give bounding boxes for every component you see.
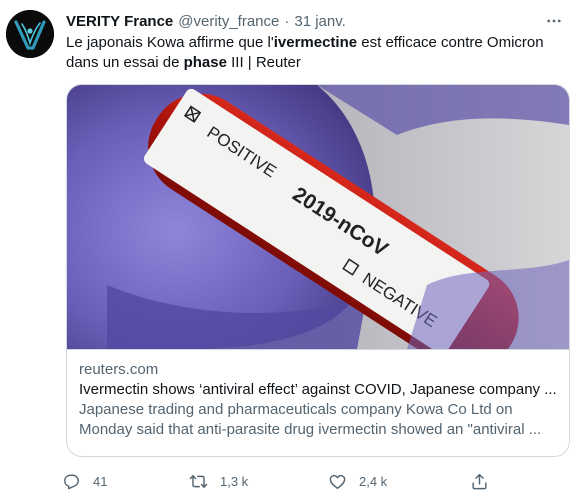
tweet-text-part: Le japonais Kowa affirme que l' bbox=[66, 34, 274, 51]
avatar[interactable] bbox=[6, 10, 54, 58]
tweet-text-bold: phase bbox=[183, 54, 227, 71]
tweet-header: VERITY France @verity_france · 31 janv. bbox=[66, 11, 346, 31]
link-preview-card[interactable]: 2019-nCoV POSITIVE NEGATIVE reuters.com … bbox=[66, 84, 570, 457]
like-count: 2,4 k bbox=[359, 473, 388, 489]
reply-button[interactable]: 41 bbox=[62, 470, 107, 492]
tweet-text-bold: ivermectine bbox=[273, 34, 358, 51]
more-icon bbox=[547, 19, 561, 23]
action-bar: 41 1,3 k 2,4 k bbox=[62, 470, 562, 492]
retweet-count: 1,3 k bbox=[220, 473, 249, 489]
share-button[interactable] bbox=[470, 470, 489, 492]
reply-count: 41 bbox=[93, 473, 108, 489]
author-handle[interactable]: @verity_france bbox=[178, 13, 279, 30]
retweet-icon bbox=[189, 474, 208, 488]
like-icon bbox=[329, 474, 346, 489]
card-title: Ivermectin shows ‘antiviral effect’ agai… bbox=[79, 381, 557, 398]
retweet-button[interactable]: 1,3 k bbox=[189, 470, 248, 492]
card-image: 2019-nCoV POSITIVE NEGATIVE bbox=[67, 85, 569, 349]
reply-icon bbox=[64, 473, 79, 489]
more-options-button[interactable] bbox=[543, 10, 565, 32]
tweet: VERITY France @verity_france · 31 janv. … bbox=[0, 0, 579, 497]
share-icon bbox=[472, 473, 487, 489]
tweet-text: Le japonais Kowa affirme que l'ivermecti… bbox=[66, 33, 566, 73]
card-body: reuters.com Ivermectin shows ‘antiviral … bbox=[67, 349, 569, 456]
tweet-date[interactable]: 31 janv. bbox=[294, 13, 345, 30]
card-description: Japanese trading and pharmaceuticals com… bbox=[79, 401, 542, 438]
author-name[interactable]: VERITY France bbox=[66, 13, 173, 30]
verity-logo-icon bbox=[6, 10, 54, 58]
card-domain: reuters.com bbox=[79, 361, 159, 378]
like-button[interactable]: 2,4 k bbox=[328, 470, 387, 492]
tweet-text-part: III | Reuter bbox=[226, 54, 301, 71]
separator-dot: · bbox=[284, 12, 290, 30]
